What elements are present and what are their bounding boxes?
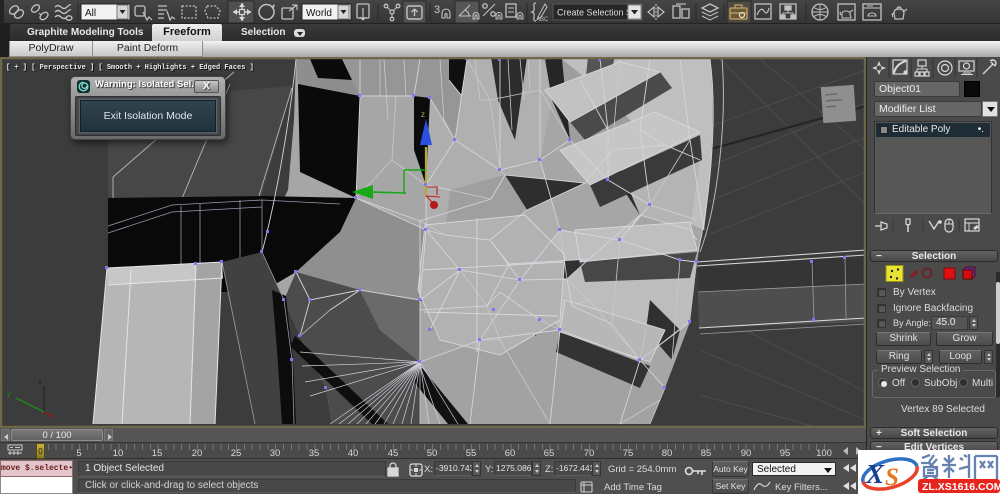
svg-text:ABC: ABC <box>536 17 549 23</box>
svg-text:X: X <box>865 459 885 489</box>
svg-text:World: World <box>306 8 332 19</box>
svg-text:[ + ] [ Perspective ] [ Smooth: [ + ] [ Perspective ] [ Smooth + Highlig… <box>6 64 254 72</box>
svg-text:S: S <box>885 464 899 491</box>
svg-text:ZL.XS1616.COM: ZL.XS1616.COM <box>922 481 1000 493</box>
svg-text:z: z <box>421 110 425 119</box>
svg-text:3: 3 <box>434 4 440 16</box>
svg-text:All: All <box>85 8 96 19</box>
svg-text:z: z <box>38 377 42 386</box>
svg-text:y: y <box>7 389 11 398</box>
svg-text:Create Selection Se: Create Selection Se <box>557 8 637 18</box>
